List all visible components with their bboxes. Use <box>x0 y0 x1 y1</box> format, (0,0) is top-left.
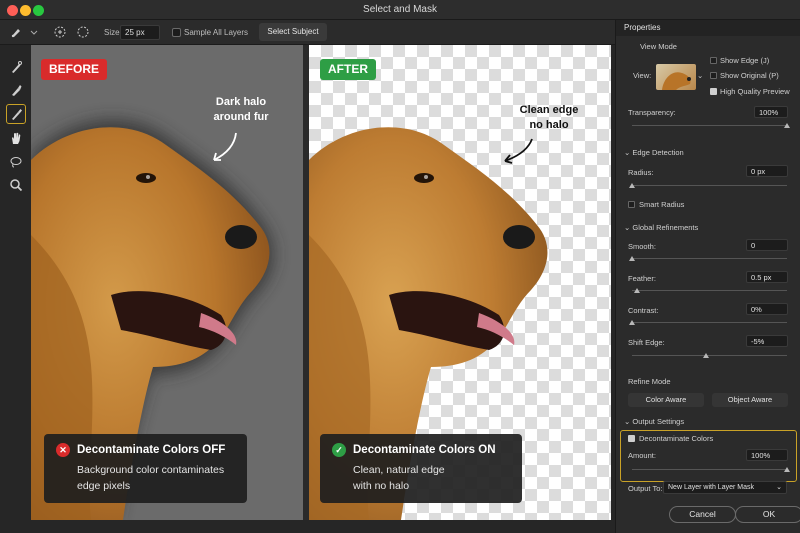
edge-detection-header[interactable]: ⌄ Edge Detection <box>624 148 684 157</box>
window-title: Select and Mask <box>363 4 437 15</box>
before-preview: BEFORE Dark halo around fur ✕ Decontamin… <box>31 45 303 520</box>
contrast-input[interactable]: 0% <box>746 303 788 315</box>
radius-slider[interactable] <box>632 185 787 186</box>
view-label: View: <box>633 71 652 80</box>
radius-label: Radius: <box>628 168 654 177</box>
subtract-from-selection-icon[interactable] <box>75 24 91 40</box>
object-aware-button[interactable]: Object Aware <box>712 393 788 407</box>
after-preview: AFTER Clean edge no halo ✓ Decontaminate… <box>309 45 611 520</box>
properties-panel: Properties View Mode View: ⌄ Show Edge (… <box>615 20 800 533</box>
show-edge-label: Show Edge (J) <box>720 56 770 65</box>
after-annotation-line-1: Clean edge <box>519 104 579 116</box>
after-annotation: Clean edge no halo <box>509 103 589 133</box>
chevron-down-icon[interactable] <box>26 24 42 40</box>
amount-slider[interactable] <box>632 469 787 470</box>
lasso-icon[interactable] <box>6 152 26 172</box>
sample-all-layers-checkbox[interactable] <box>172 28 181 37</box>
amount-slider-thumb[interactable] <box>784 467 790 472</box>
brush-preset-icon[interactable] <box>8 24 24 40</box>
transparency-slider[interactable] <box>632 125 787 126</box>
quick-selection-icon[interactable] <box>6 57 26 77</box>
before-caption-title: Decontaminate Colors OFF <box>77 444 226 456</box>
amount-label: Amount: <box>628 451 656 460</box>
options-bar: Size: 25 px Sample All Layers Select Sub… <box>0 20 615 45</box>
show-original-checkbox[interactable] <box>710 72 717 79</box>
before-caption: ✕ Decontaminate Colors OFF Background co… <box>44 434 247 503</box>
zoom-icon[interactable] <box>6 175 26 195</box>
add-to-selection-icon[interactable] <box>52 24 68 40</box>
smart-radius-checkbox[interactable] <box>628 201 635 208</box>
after-caption-title: Decontaminate Colors ON <box>353 444 496 456</box>
object-selection-icon[interactable] <box>6 104 26 124</box>
output-to-value: New Layer with Layer Mask <box>668 484 754 491</box>
after-badge: AFTER <box>320 59 376 80</box>
arrow-icon <box>504 138 533 164</box>
feather-slider-thumb[interactable] <box>633 288 640 293</box>
chevron-down-icon: ⌄ <box>776 484 782 491</box>
smooth-slider-thumb[interactable] <box>629 256 635 261</box>
after-annotation-line-2: no halo <box>529 119 569 131</box>
smooth-slider[interactable] <box>632 258 787 259</box>
amount-input[interactable]: 100% <box>746 449 788 461</box>
after-caption-line-2: with no halo <box>353 480 410 492</box>
contrast-label: Contrast: <box>628 306 659 315</box>
before-annotation: Dark halo around fur <box>201 95 281 125</box>
radius-input[interactable]: 0 px <box>746 165 788 177</box>
color-aware-button[interactable]: Color Aware <box>628 393 704 407</box>
hand-icon[interactable] <box>6 128 26 148</box>
cancel-button[interactable]: Cancel <box>669 506 736 523</box>
transparency-label: Transparency: <box>628 108 676 117</box>
contrast-slider-thumb[interactable] <box>629 320 635 325</box>
checkmark-icon: ✓ <box>332 443 346 457</box>
size-input[interactable]: 25 px <box>120 25 160 40</box>
shift-edge-slider-thumb[interactable] <box>702 353 709 358</box>
output-to-label: Output To: <box>628 484 663 493</box>
refine-mode-header: Refine Mode <box>628 377 671 386</box>
output-settings-header[interactable]: ⌄ Output Settings <box>624 417 684 426</box>
smooth-label: Smooth: <box>628 242 656 251</box>
contrast-slider[interactable] <box>632 322 787 323</box>
feather-label: Feather: <box>628 274 656 283</box>
smooth-input[interactable]: 0 <box>746 239 788 251</box>
select-and-mask-window: Select and Mask Size: 25 px Sample All L… <box>0 0 800 533</box>
transparency-input[interactable]: 100% <box>754 106 788 118</box>
arrow-icon <box>213 132 237 161</box>
radius-slider-thumb[interactable] <box>629 183 635 188</box>
error-icon: ✕ <box>56 443 70 457</box>
before-annotation-line-2: around fur <box>213 111 269 123</box>
show-original-label: Show Original (P) <box>720 71 779 80</box>
feather-slider[interactable] <box>632 290 787 291</box>
transparency-slider-thumb[interactable] <box>784 123 790 128</box>
smart-radius-label: Smart Radius <box>639 200 685 209</box>
output-to-select[interactable]: New Layer with Layer Mask ⌄ <box>663 481 787 494</box>
decontaminate-colors-label: Decontaminate Colors <box>639 434 714 443</box>
chevron-down-icon[interactable]: ⌄ <box>697 71 703 80</box>
decontaminate-colors-checkbox[interactable] <box>628 435 635 442</box>
before-annotation-line-1: Dark halo <box>215 96 267 108</box>
global-refinements-header[interactable]: ⌄ Global Refinements <box>624 223 698 232</box>
view-mode-header: View Mode <box>640 42 677 51</box>
properties-tab[interactable]: Properties <box>616 20 800 36</box>
select-subject-button[interactable]: Select Subject <box>259 23 327 41</box>
ok-button[interactable]: OK <box>735 506 800 523</box>
view-mode-thumbnail[interactable] <box>656 64 696 90</box>
shift-edge-slider[interactable] <box>632 355 787 356</box>
feather-input[interactable]: 0.5 px <box>746 271 788 283</box>
show-edge-checkbox[interactable] <box>710 57 717 64</box>
tools-panel <box>0 45 31 533</box>
after-caption-line-1: Clean, natural edge <box>353 464 445 476</box>
after-caption: ✓ Decontaminate Colors ON Clean, natural… <box>320 434 522 503</box>
title-bar: Select and Mask <box>0 0 800 20</box>
before-badge: BEFORE <box>41 59 108 80</box>
before-caption-line-2: edge pixels <box>77 480 131 492</box>
sample-all-layers-label: Sample All Layers <box>184 28 249 37</box>
refine-edge-brush-icon[interactable] <box>6 80 26 100</box>
shift-edge-input[interactable]: -5% <box>746 335 788 347</box>
before-caption-line-1: Background color contaminates <box>77 464 225 476</box>
high-quality-preview-label: High Quality Preview <box>720 87 790 96</box>
high-quality-preview-checkbox[interactable] <box>710 88 717 95</box>
shift-edge-label: Shift Edge: <box>628 338 665 347</box>
